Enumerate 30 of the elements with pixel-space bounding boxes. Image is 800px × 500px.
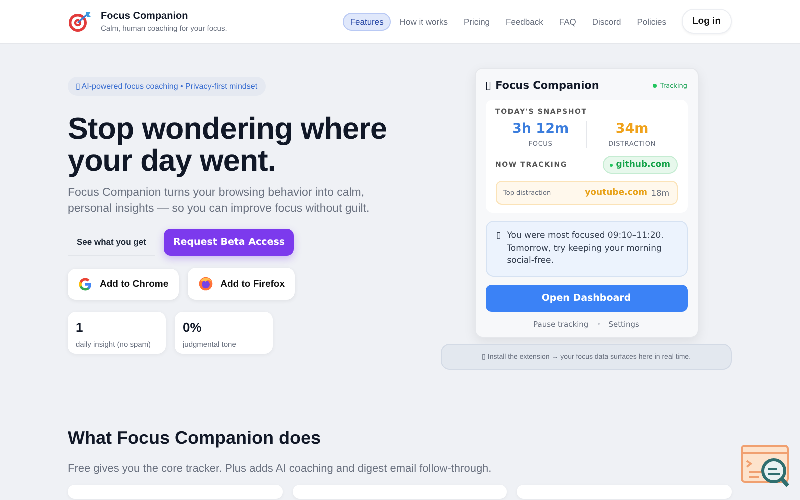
login-button[interactable]: Log in — [682, 9, 732, 34]
metric-value: 34m — [616, 121, 649, 137]
stat-value: 0% — [183, 320, 203, 335]
add-to-browser-button[interactable]: Add to Firefox — [188, 268, 295, 300]
current-site-pill: github.com — [603, 156, 678, 174]
feature-badge: ▯ AI-powered focus coaching • Privacy-first mindset — [68, 77, 266, 96]
hero-headline: Stop wondering where your day went. — [68, 113, 388, 177]
nav-link[interactable]: Feedback — [499, 12, 550, 30]
metric-value: 3h 12m — [512, 121, 570, 137]
brand-name: Focus Companion — [101, 10, 190, 22]
request-access-button[interactable]: Request Beta Access — [164, 229, 294, 256]
insight-icon: ▯ — [496, 230, 502, 268]
insight-text: You were most focused 09:10–11:20. Tomorrow, try keeping your morning social-free. — [507, 230, 665, 268]
stat-value: 1 — [76, 320, 84, 335]
distraction-site: youtube.com — [585, 188, 648, 198]
section-heading: What Focus Companion does — [68, 428, 322, 448]
open-dashboard-button[interactable]: Open Dashboard — [486, 284, 688, 312]
nav-link[interactable]: Features — [343, 12, 391, 30]
nav-link[interactable]: FAQ — [552, 12, 584, 30]
app-icon: ▯ — [486, 79, 492, 92]
nav-link[interactable]: How it works — [392, 12, 456, 30]
add-to-browser-button[interactable]: Add to Chrome — [68, 268, 179, 300]
section-subheading: Free gives you the core tracker. Plus adds AI coaching and digest email follow-through. — [68, 462, 493, 474]
popup-title: Focus Companion — [496, 80, 600, 92]
nav-link[interactable]: Pricing — [457, 12, 498, 30]
distraction-time: 18m — [652, 188, 670, 198]
nav-link[interactable]: Discord — [585, 12, 628, 30]
hero-description: Focus Companion turns your browsing behavior into calm, personal insights — so you can improve focus without guilt. — [68, 186, 371, 216]
nav-link[interactable]: Policies — [630, 12, 674, 30]
see-features-link[interactable]: See what you get — [68, 229, 156, 256]
